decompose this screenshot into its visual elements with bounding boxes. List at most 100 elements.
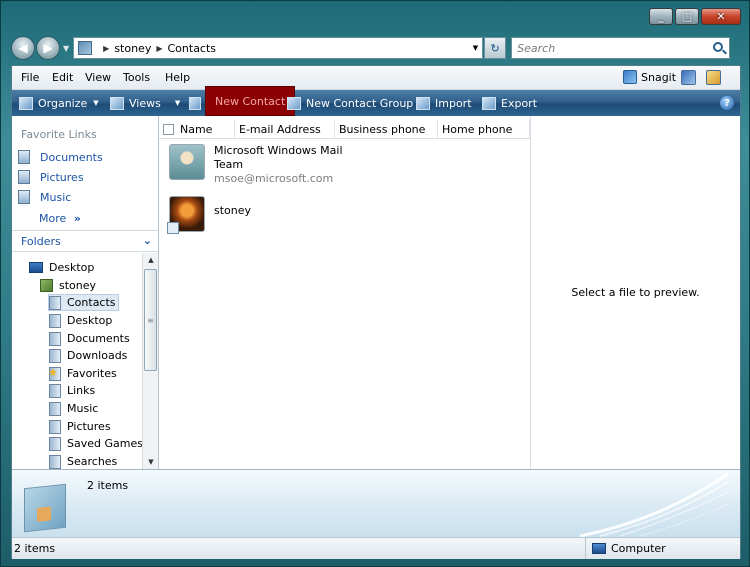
help-icon[interactable]: ? xyxy=(720,96,734,110)
menu-file[interactable]: File xyxy=(21,71,39,84)
contact-info: stoney xyxy=(214,196,344,232)
contact-name-continued: Team xyxy=(214,158,244,171)
chevron-down-icon: ▼ xyxy=(93,99,99,107)
snagit-button[interactable]: Snagit xyxy=(623,70,676,84)
double-chevron-icon: » xyxy=(73,212,81,225)
tree-item-searches[interactable]: Searches xyxy=(49,453,117,469)
column-header-business-phone[interactable]: Business phone xyxy=(335,120,438,139)
snagit-capture-icon[interactable] xyxy=(681,70,696,85)
close-button[interactable]: ✕ xyxy=(701,8,741,25)
menu-help[interactable]: Help xyxy=(165,71,190,84)
tree-item-label: Music xyxy=(67,402,99,415)
forward-button[interactable]: ▶ xyxy=(36,36,60,60)
documents-icon xyxy=(18,150,30,164)
tree-item-label: Documents xyxy=(67,332,130,345)
breadcrumb-separator-icon[interactable]: ▶ xyxy=(103,44,109,53)
export-button[interactable]: Export xyxy=(482,90,537,116)
favorite-link-music[interactable]: Music xyxy=(18,190,71,204)
new-contact-button[interactable]: New Contact xyxy=(205,86,296,116)
favorite-link-documents[interactable]: Documents xyxy=(18,150,103,164)
contact-item-stoney[interactable]: stoney xyxy=(167,196,344,234)
search-input[interactable]: Search xyxy=(511,37,731,59)
tree-item-pictures[interactable]: Pictures xyxy=(49,418,111,435)
back-arrow-icon: ◀ xyxy=(18,41,28,55)
navigation-row: ◀ ▶ ▼ ▶ stoney ▶ Contacts ▼ ↻ Search xyxy=(11,35,741,61)
select-all-checkbox[interactable] xyxy=(163,124,174,135)
status-item-count: 2 items xyxy=(14,542,56,555)
contact-card-badge-icon xyxy=(167,222,179,234)
scroll-up-arrow-icon[interactable]: ▲ xyxy=(143,253,159,267)
folder-icon xyxy=(49,313,61,328)
column-header-email[interactable]: E-mail Address xyxy=(235,120,335,139)
address-bar[interactable]: ▶ stoney ▶ Contacts ▼ xyxy=(73,37,484,59)
organize-button[interactable]: Organize ▼ xyxy=(19,90,99,116)
refresh-button[interactable]: ↻ xyxy=(484,37,507,59)
more-links-button[interactable]: More » xyxy=(39,212,81,225)
tree-item-downloads[interactable]: Downloads xyxy=(49,347,127,364)
views-button[interactable]: Views ▼ xyxy=(110,90,180,116)
breadcrumb-separator-icon[interactable]: ▶ xyxy=(156,44,162,53)
snagit-icon xyxy=(623,70,637,84)
favorite-link-pictures[interactable]: Pictures xyxy=(18,170,84,184)
folder-icon xyxy=(49,419,61,434)
export-label: Export xyxy=(501,96,538,110)
more-label: More xyxy=(39,212,67,225)
search-icon[interactable] xyxy=(713,42,724,52)
menu-bar: File Edit View Tools Help Snagit xyxy=(12,66,740,90)
scroll-down-arrow-icon[interactable]: ▼ xyxy=(143,455,159,469)
contacts-list: Name E-mail Address Business phone Home … xyxy=(159,116,530,469)
import-button[interactable]: Import xyxy=(416,90,472,116)
menu-view[interactable]: View xyxy=(85,71,111,84)
tree-item-desktop[interactable]: Desktop xyxy=(29,259,94,276)
favorite-link-label: Music xyxy=(40,190,72,204)
breadcrumb-stoney[interactable]: stoney xyxy=(114,42,151,55)
recent-pages-dropdown[interactable]: ▼ xyxy=(63,44,69,53)
decorative-swoosh xyxy=(579,472,729,537)
organize-label: Organize xyxy=(38,96,88,110)
scrollbar-thumb[interactable]: ≡ xyxy=(144,269,157,371)
column-header-home-phone[interactable]: Home phone xyxy=(438,120,530,139)
details-item-count: 2 items xyxy=(87,479,129,492)
contact-email: msoe@microsoft.com xyxy=(214,172,334,185)
folder-icon xyxy=(49,295,61,310)
minimize-button[interactable]: _ xyxy=(649,8,673,25)
chevron-down-icon: ⌄ xyxy=(142,234,152,247)
tree-item-label: Favorites xyxy=(67,367,117,380)
snagit-editor-icon[interactable] xyxy=(706,70,721,85)
import-icon xyxy=(416,96,430,110)
tree-item-links[interactable]: Links xyxy=(49,382,95,399)
contact-name: stoney xyxy=(214,204,252,217)
status-bar: 2 items Computer xyxy=(12,537,740,559)
desktop-icon xyxy=(29,262,43,273)
tree-item-label: Saved Games xyxy=(67,437,142,450)
music-icon xyxy=(18,190,30,204)
chevron-down-icon: ▼ xyxy=(174,99,181,107)
preview-pane: Select a file to preview. xyxy=(530,116,740,469)
tree-item-contacts[interactable]: Contacts xyxy=(48,294,119,311)
favorite-link-label: Pictures xyxy=(40,170,84,184)
navigation-pane: Favorite Links Documents Pictures Music … xyxy=(12,116,159,469)
contact-item-windows-mail-team[interactable]: Microsoft Windows Mail Team msoe@microso… xyxy=(169,144,344,186)
contact-photo-icon xyxy=(167,196,205,234)
tree-item-label: Contacts xyxy=(67,296,116,309)
tree-item-stoney[interactable]: stoney xyxy=(40,277,96,294)
favorites-folder-icon xyxy=(48,366,61,381)
folder-tree-scrollbar[interactable]: ▲ ≡ ▼ xyxy=(142,253,158,469)
breadcrumb-contacts[interactable]: Contacts xyxy=(168,42,217,55)
address-dropdown-icon[interactable]: ▼ xyxy=(473,44,478,52)
maximize-button[interactable]: □ xyxy=(675,8,699,25)
back-button[interactable]: ◀ xyxy=(11,36,35,60)
menu-tools[interactable]: Tools xyxy=(123,71,150,84)
menu-edit[interactable]: Edit xyxy=(52,71,73,84)
folders-header[interactable]: Folders ⌄ xyxy=(12,230,158,252)
tree-item-music[interactable]: Music xyxy=(49,400,98,417)
new-contact-group-button[interactable]: New Contact Group xyxy=(287,90,413,116)
details-pane: 2 items xyxy=(12,469,740,537)
column-header-name[interactable]: Name xyxy=(159,120,235,139)
tree-item-label: Desktop xyxy=(49,261,95,274)
tree-item-desktop-sub[interactable]: Desktop xyxy=(49,312,112,329)
tree-item-favorites[interactable]: Favorites xyxy=(48,365,117,382)
tree-item-documents[interactable]: Documents xyxy=(49,330,130,347)
tree-item-saved-games[interactable]: Saved Games xyxy=(49,435,142,452)
explorer-window: _ □ ✕ ◀ ▶ ▼ ▶ stoney ▶ Contacts ▼ ↻ Sear… xyxy=(0,0,750,567)
